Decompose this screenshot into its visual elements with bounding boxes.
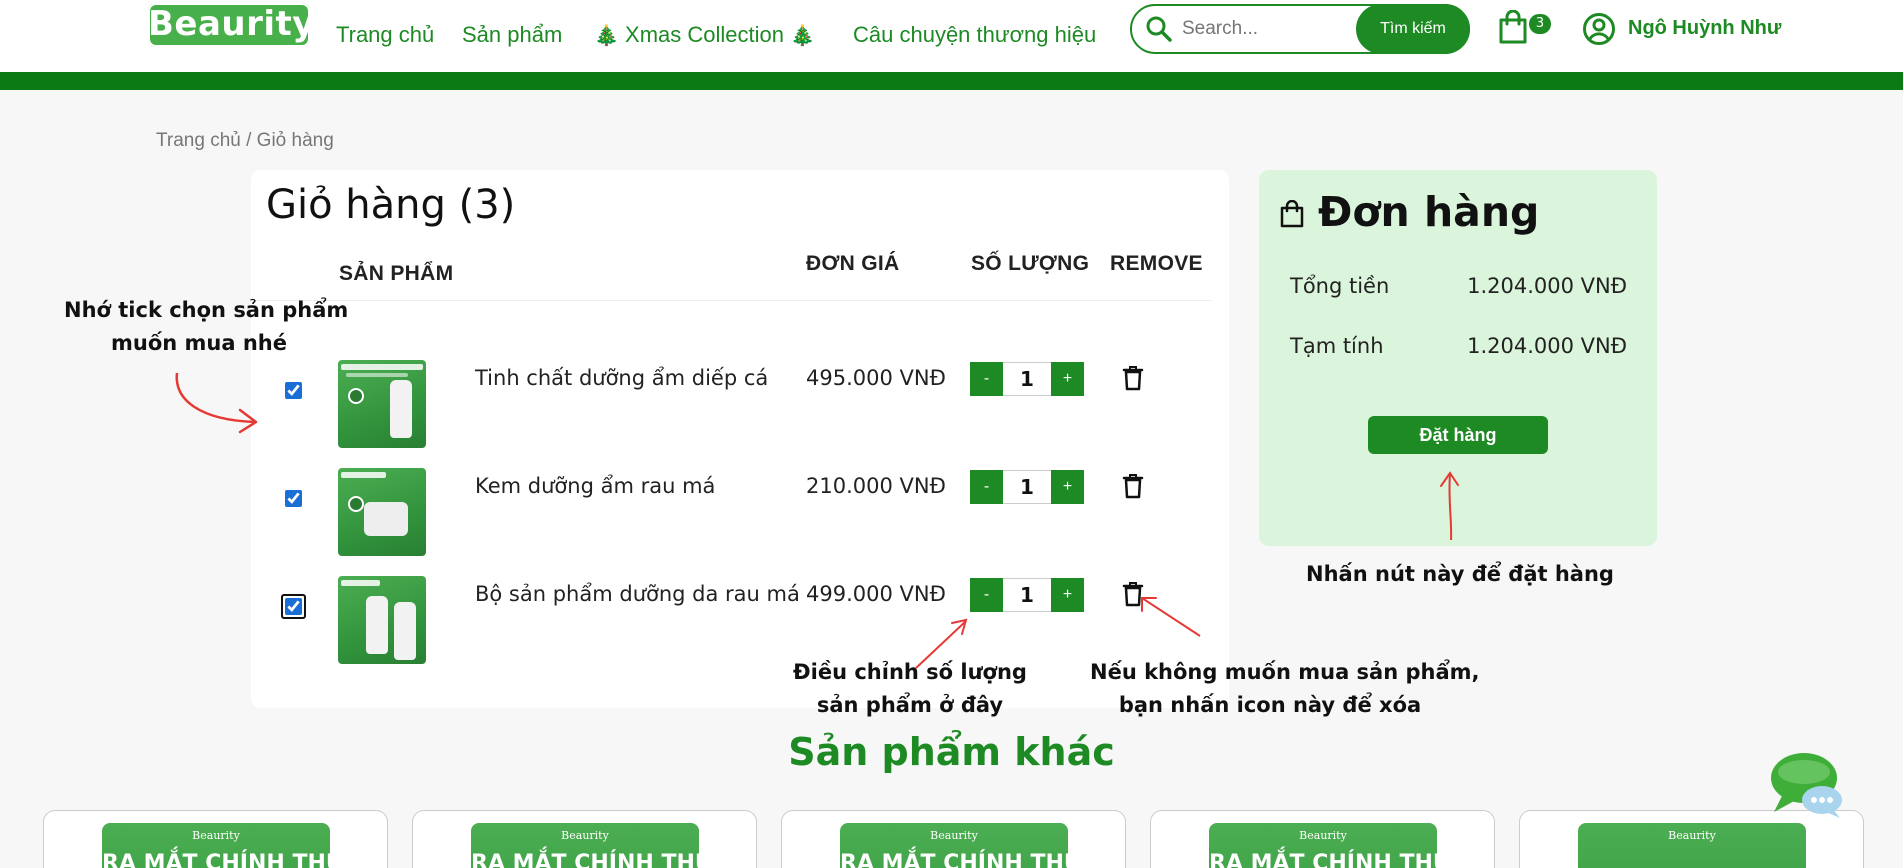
annotation-line: Nhớ tick chọn sản phẩm: [64, 298, 349, 322]
nav-brand-story[interactable]: Câu chuyện thương hiệu: [853, 22, 1096, 48]
product-card-image: Beaurity: [1578, 823, 1806, 868]
product-card[interactable]: Beaurity RA MẮT CHÍNH THỨC: [43, 810, 388, 868]
total-value: 1.204.000 VNĐ: [1467, 274, 1627, 298]
shopping-bag-icon: [1499, 10, 1527, 44]
product-thumbnail[interactable]: [338, 576, 426, 664]
annotation-arrow: [1440, 471, 1459, 541]
product-name[interactable]: Bộ sản phẩm dưỡng da rau má: [475, 582, 800, 606]
increase-button[interactable]: +: [1051, 578, 1084, 612]
decrease-button[interactable]: -: [970, 470, 1003, 504]
card-logo: Beaurity: [192, 829, 240, 842]
annotation-arrow: [175, 372, 258, 434]
quantity-stepper: - 1 +: [970, 578, 1084, 612]
increase-button[interactable]: +: [1051, 470, 1084, 504]
product-card-image: Beaurity RA MẮT CHÍNH THỨC: [102, 823, 361, 868]
product-thumbnail[interactable]: [338, 468, 426, 556]
product-price: 210.000 VNĐ: [806, 474, 946, 498]
product-card-image: Beaurity RA MẮT CHÍNH THỨC: [1209, 823, 1468, 868]
card-banner: RA MẮT CHÍNH THỨC: [1209, 851, 1468, 868]
product-name[interactable]: Tinh chất dưỡng ẩm diếp cá: [475, 366, 768, 390]
shopping-bag-icon: [1280, 200, 1304, 228]
nav-products[interactable]: Sản phẩm: [462, 22, 562, 48]
annotation-line: muốn mua nhé: [111, 331, 287, 355]
quantity-stepper: - 1 +: [970, 470, 1084, 504]
increase-button[interactable]: +: [1051, 362, 1084, 396]
brand-logo[interactable]: Beaurity: [148, 3, 314, 47]
quantity-value[interactable]: 1: [1003, 578, 1051, 612]
product-card[interactable]: Beaurity RA MẮT CHÍNH THỨC: [781, 810, 1126, 868]
card-logo: Beaurity: [1299, 829, 1347, 842]
cart-row: Bộ sản phẩm dưỡng da rau má 499.000 VNĐ …: [251, 576, 1229, 666]
col-price: ĐƠN GIÁ: [806, 252, 900, 275]
checkbox-annotation: Nhớ tick chọn sản phẩm muốn mua nhé: [64, 294, 349, 360]
product-name[interactable]: Kem dưỡng ẩm rau má: [475, 474, 715, 498]
trash-icon[interactable]: [1122, 473, 1144, 499]
search-input[interactable]: [1182, 15, 1352, 43]
quantity-value[interactable]: 1: [1003, 362, 1051, 396]
subtotal-value: 1.204.000 VNĐ: [1467, 334, 1627, 358]
christmas-tree-icon: 🎄: [790, 25, 816, 47]
col-quantity: SỐ LƯỢNG: [971, 252, 1090, 275]
order-title: Đơn hàng: [1318, 188, 1540, 236]
order-annotation: Nhấn nút này để đặt hàng: [1306, 562, 1614, 586]
user-menu[interactable]: Ngô Huỳnh Như: [1582, 10, 1792, 50]
search-bar: Tìm kiếm: [1130, 4, 1470, 54]
cart-panel: Giỏ hàng (3) SẢN PHẨM ĐƠN GIÁ SỐ LƯỢNG R…: [251, 170, 1229, 708]
product-card-image: Beaurity RA MẮT CHÍNH THỨC: [840, 823, 1099, 868]
search-button[interactable]: Tìm kiếm: [1356, 4, 1470, 54]
card-logo: Beaurity: [930, 829, 978, 842]
cart-count-badge: 3: [1529, 14, 1551, 34]
trash-icon[interactable]: [1122, 365, 1144, 391]
nav-xmas[interactable]: 🎄 Xmas Collection 🎄: [594, 22, 815, 48]
product-card[interactable]: Beaurity RA MẮT CHÍNH THỨC: [1150, 810, 1495, 868]
card-banner: RA MẮT CHÍNH THỨC: [840, 851, 1099, 868]
annotation-line: bạn nhấn icon này để xóa: [1118, 693, 1422, 717]
cart-row: Tinh chất dưỡng ẩm diếp cá 495.000 VNĐ -…: [251, 360, 1229, 450]
subtotal-label: Tạm tính: [1290, 334, 1384, 358]
annotation-line: sản phẩm ở đây: [816, 693, 1004, 717]
remove-annotation: Nếu không muốn mua sản phẩm, bạn nhấn ic…: [1090, 656, 1480, 722]
product-price: 495.000 VNĐ: [806, 366, 946, 390]
quantity-value[interactable]: 1: [1003, 470, 1051, 504]
cart-row: Kem dưỡng ẩm rau má 210.000 VNĐ - 1 +: [251, 468, 1229, 558]
annotation-arrow: [1141, 597, 1201, 637]
header-divider: [0, 72, 1903, 90]
nav-home[interactable]: Trang chủ: [336, 22, 434, 48]
decrease-button[interactable]: -: [970, 362, 1003, 396]
card-logo: Beaurity: [561, 829, 609, 842]
cart-button[interactable]: 3: [1497, 10, 1557, 50]
annotation-line: Điều chỉnh số lượng: [793, 660, 1027, 684]
chat-icon[interactable]: [1770, 750, 1844, 820]
christmas-tree-icon: 🎄: [594, 25, 619, 47]
product-thumbnail[interactable]: [338, 360, 426, 448]
total-label: Tổng tiền: [1290, 274, 1390, 298]
decrease-button[interactable]: -: [970, 578, 1003, 612]
breadcrumb: Trang chủ / Giỏ hàng: [156, 130, 334, 151]
product-card[interactable]: Beaurity RA MẮT CHÍNH THỨC: [412, 810, 757, 868]
col-product: SẢN PHẨM: [339, 262, 454, 285]
select-checkbox[interactable]: [285, 490, 302, 507]
select-checkbox[interactable]: [285, 382, 302, 399]
col-remove: REMOVE: [1110, 252, 1203, 275]
product-price: 499.000 VNĐ: [806, 582, 946, 606]
top-header: Beaurity Trang chủ Sản phẩm 🎄 Xmas Colle…: [0, 0, 1903, 74]
card-banner: RA MẮT CHÍNH THỨC: [102, 851, 361, 868]
select-checkbox[interactable]: [285, 598, 302, 615]
user-name: Ngô Huỳnh Như: [1628, 17, 1782, 39]
quantity-annotation: Điều chỉnh số lượng sản phẩm ở đây: [780, 656, 1040, 722]
search-icon: [1146, 16, 1172, 42]
nav-xmas-label: Xmas Collection: [625, 22, 784, 47]
place-order-button[interactable]: Đặt hàng: [1368, 416, 1548, 454]
annotation-line: Nếu không muốn mua sản phẩm,: [1090, 660, 1480, 684]
product-card-image: Beaurity RA MẮT CHÍNH THỨC: [471, 823, 730, 868]
cart-title: Giỏ hàng (3): [266, 182, 516, 228]
other-products-title: Sản phẩm khác: [788, 730, 1115, 774]
header-divider-line: [251, 300, 1211, 301]
card-banner: RA MẮT CHÍNH THỨC: [471, 851, 730, 868]
user-avatar-icon: [1583, 13, 1615, 45]
quantity-stepper: - 1 +: [970, 362, 1084, 396]
card-logo: Beaurity: [1668, 829, 1716, 842]
